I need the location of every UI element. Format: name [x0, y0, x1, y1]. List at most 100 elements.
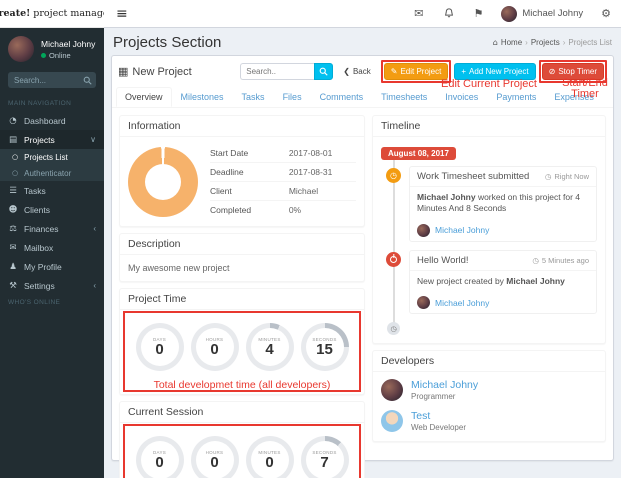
- project-box-title: ▦ New Project: [118, 65, 192, 78]
- description-body: My awesome new project: [128, 263, 230, 273]
- timeline-item-body: Michael Johny worked on this project for…: [417, 192, 580, 214]
- sidebar-search-input[interactable]: [8, 72, 78, 88]
- project-tabs: Overview Milestones Tasks Files Comments…: [112, 87, 613, 108]
- sidebar-item-tasks[interactable]: ☰ Tasks: [0, 181, 104, 200]
- sidebar-user-name: Michael Johny: [41, 38, 96, 49]
- notifications-bell-icon[interactable]: [434, 8, 464, 19]
- home-icon: ⌂: [492, 38, 498, 47]
- circle-o-icon: ○: [12, 169, 19, 177]
- breadcrumb-home[interactable]: Home: [501, 38, 522, 47]
- timeline-date-badge: August 08, 2017: [381, 147, 456, 160]
- developer-role: Programmer: [411, 392, 456, 402]
- annotation-edit-label: Edit Current Project: [441, 78, 537, 90]
- back-button[interactable]: ❮ Back: [336, 63, 378, 80]
- info-row-start-date: Start Date 2017-08-01: [210, 144, 356, 163]
- current-session-panel: Current Session DAYS 0 HOURS 0 MINUTES 0…: [119, 401, 365, 478]
- tab-payments[interactable]: Payments: [487, 87, 545, 107]
- knob-hours: HOURS 0: [190, 436, 239, 478]
- timeline-item-title: Work Timesheet submitted: [417, 171, 530, 182]
- sidebar-item-clients[interactable]: ☻ Clients: [0, 200, 104, 219]
- knob-days: DAYS 0: [135, 323, 184, 371]
- sidebar-item-my-profile[interactable]: ♟ My Profile: [0, 257, 104, 276]
- info-row-deadline: Deadline 2017-08-31: [210, 163, 356, 182]
- grid-icon: ▦: [118, 65, 129, 78]
- sidebar-user-status: Online: [41, 51, 95, 60]
- timeline-item-time: ◷ Right Now: [544, 172, 589, 181]
- developer-row: Michael Johny Programmer: [381, 379, 597, 402]
- sidebar-toggle-icon[interactable]: ≡: [104, 6, 140, 22]
- timeline-title: Timeline: [373, 116, 605, 137]
- tab-tasks[interactable]: Tasks: [233, 87, 274, 107]
- timeline-item-time: ◷ 5 Minutes ago: [532, 255, 589, 265]
- project-search-input[interactable]: [240, 63, 315, 80]
- timeline-item-timesheet: ◷ Work Timesheet submitted ◷ Right Now M…: [381, 166, 597, 242]
- breadcrumb-projects[interactable]: Projects: [531, 38, 560, 47]
- control-sidebar-gear-icon[interactable]: ⚙: [591, 7, 621, 20]
- edit-project-button[interactable]: ✎ Edit Project: [383, 63, 449, 80]
- sidebar-search-button[interactable]: [78, 72, 96, 88]
- logo-bold: Create!: [0, 8, 31, 19]
- chevron-left-icon: ❮: [343, 67, 350, 76]
- top-navbar: ≡ ✉ ⚑ Michael Johny ⚙: [104, 0, 621, 28]
- sidebar-item-projects-list[interactable]: ○ Projects List: [0, 149, 104, 165]
- timeline-panel: Timeline August 08, 2017 ◷ Work Timeshee…: [372, 115, 606, 345]
- user-menu[interactable]: Michael Johny: [493, 5, 591, 22]
- tab-files[interactable]: Files: [274, 87, 311, 107]
- tasks-list-icon: ☰: [9, 185, 17, 196]
- tab-invoices[interactable]: Invoices: [436, 87, 487, 107]
- tab-timesheets[interactable]: Timesheets: [372, 87, 436, 107]
- project-time-title: Project Time: [120, 289, 364, 310]
- dashboard-icon: ◔: [9, 115, 17, 126]
- sidebar-item-mailbox[interactable]: ✉ Mailbox: [0, 238, 104, 257]
- timeline-item-title: Hello World!: [417, 254, 469, 266]
- tab-milestones[interactable]: Milestones: [172, 87, 233, 107]
- description-title: Description: [120, 234, 364, 255]
- main-content: Projects Section ⌂ Home › Projects › Pro…: [104, 28, 621, 478]
- developer-name-link[interactable]: Test: [411, 410, 466, 422]
- developer-avatar[interactable]: [381, 410, 403, 433]
- information-panel: Information Start Date 2017-08-01 Deadlin…: [119, 115, 365, 227]
- timeline-user-link[interactable]: Michael Johny: [435, 298, 489, 308]
- clock-icon: ◷: [386, 168, 401, 183]
- knob-minutes: MINUTES 0: [245, 436, 294, 478]
- developer-role: Web Developer: [411, 423, 466, 433]
- tab-comments[interactable]: Comments: [311, 87, 373, 107]
- completion-donut-chart: [128, 146, 198, 217]
- user-avatar: [501, 5, 518, 22]
- online-status-dot: [41, 52, 46, 58]
- current-session-knobs: DAYS 0 HOURS 0 MINUTES 0 SECONDS 7: [128, 430, 356, 478]
- person-icon: ♟: [9, 261, 17, 272]
- description-panel: Description My awesome new project: [119, 233, 365, 282]
- knob-seconds: SECONDS 7: [300, 436, 349, 478]
- developers-panel: Developers Michael Johny Programmer Test…: [372, 350, 606, 443]
- info-row-completed: Completed 0%: [210, 205, 302, 215]
- tab-overview[interactable]: Overview: [116, 87, 172, 107]
- sidebar-user-avatar: [8, 36, 34, 62]
- annotation-total-time-label: Total developmet time (all developers): [153, 379, 331, 391]
- sidebar-item-settings[interactable]: ⚒ Settings ‹: [0, 276, 104, 295]
- project-search-button[interactable]: [314, 63, 334, 80]
- app-logo[interactable]: Create! project manager: [0, 0, 113, 28]
- bank-icon: ⚖: [9, 223, 17, 234]
- sidebar: Michael Johny Online MAIN NAVIGATION ◔ D…: [0, 28, 104, 478]
- sidebar-item-authenticator[interactable]: ○ Authenticator: [0, 165, 104, 181]
- projects-submenu: ○ Projects List ○ Authenticator: [0, 149, 104, 181]
- sidebar-item-finances[interactable]: ⚖ Finances ‹: [0, 219, 104, 238]
- developers-title: Developers: [373, 351, 605, 373]
- briefcase-icon: ▤: [8, 134, 18, 145]
- clock-icon: ◷: [532, 255, 539, 265]
- project-search: [240, 63, 334, 80]
- project-time-panel: Project Time DAYS 0 HOURS 0 MINUTES 4 SE…: [119, 288, 365, 395]
- developer-row: Test Web Developer: [381, 410, 597, 433]
- flag-icon[interactable]: ⚑: [464, 7, 494, 20]
- app-window: Create! project manager ≡ ✉ ⚑ Michael Jo…: [0, 0, 621, 478]
- developer-avatar[interactable]: [381, 379, 403, 402]
- sidebar-item-projects[interactable]: ▤ Projects ∨: [0, 130, 104, 149]
- sidebar-item-dashboard[interactable]: ◔ Dashboard: [0, 111, 104, 130]
- timeline-user-link[interactable]: Michael Johny: [435, 225, 489, 235]
- page-title: Projects Section: [113, 34, 222, 51]
- timeline-user-avatar: [417, 296, 430, 310]
- info-row-client: Client Michael: [210, 182, 356, 201]
- messages-icon[interactable]: ✉: [404, 7, 433, 20]
- developer-name-link[interactable]: Michael Johny: [411, 379, 478, 391]
